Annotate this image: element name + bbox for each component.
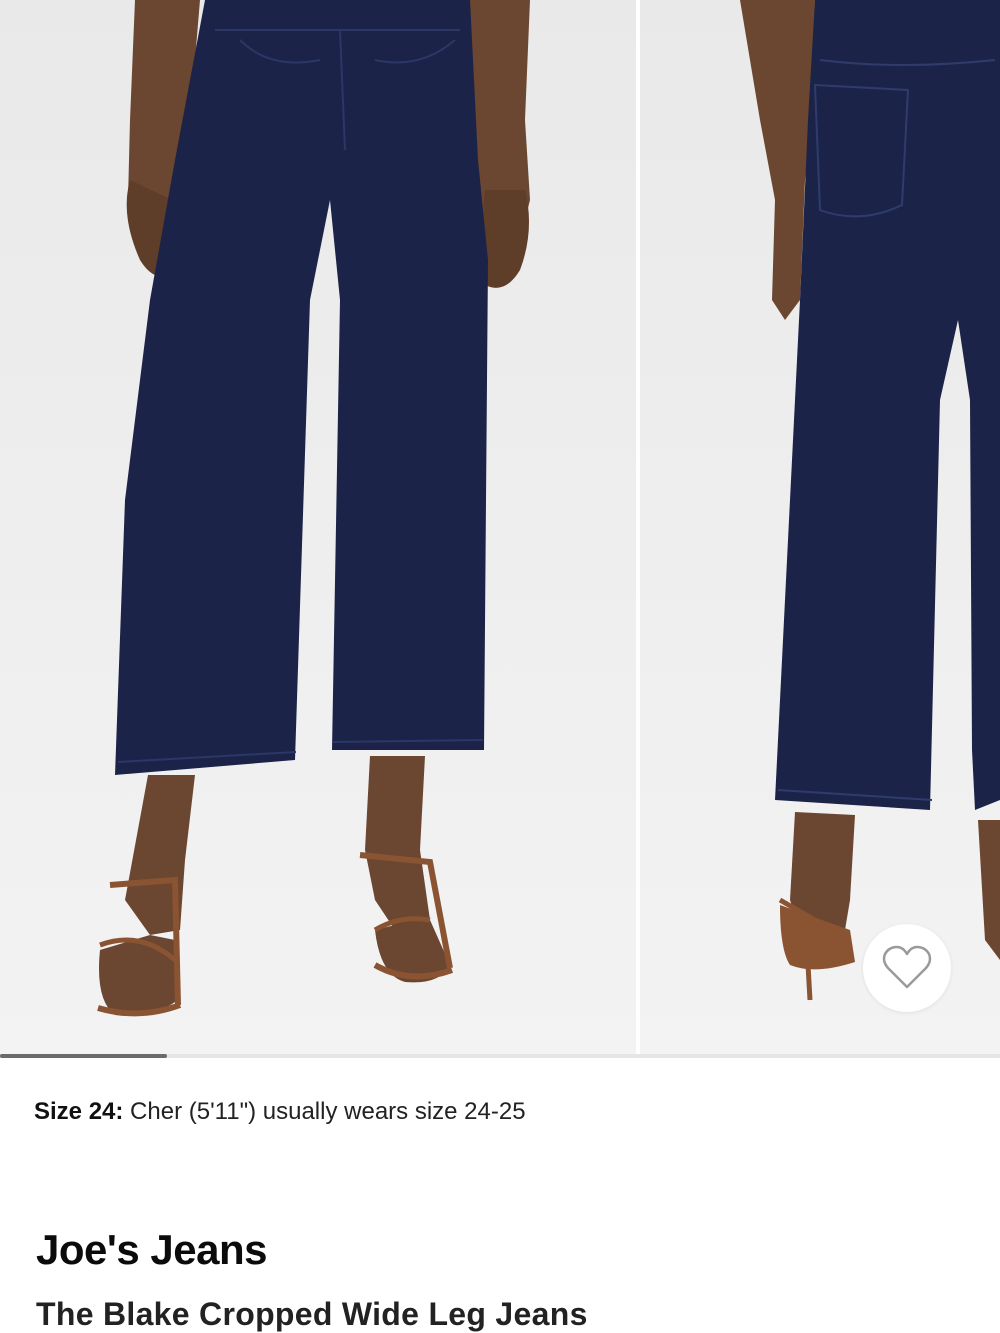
- size-label: Size 24:: [34, 1098, 124, 1125]
- product-image-carousel[interactable]: [0, 0, 1000, 1058]
- product-title: The Blake Cropped Wide Leg Jeans: [36, 1296, 588, 1332]
- product-image-front[interactable]: [0, 0, 636, 1058]
- product-image-back[interactable]: [640, 0, 1000, 1058]
- jeans-front-illustration: [97, 0, 530, 1017]
- favorite-button[interactable]: [863, 924, 951, 1012]
- jeans-back-illustration: [740, 0, 1000, 1001]
- heart-outline-icon: [882, 945, 932, 989]
- carousel-progress-fill: [0, 1054, 167, 1058]
- brand-name[interactable]: Joe's Jeans: [36, 1226, 267, 1274]
- size-note-text: Cher (5'11") usually wears size 24-25: [123, 1098, 526, 1125]
- model-size-note: Size 24: Cher (5'11") usually wears size…: [34, 1098, 526, 1126]
- carousel-progress-bar: [0, 1054, 1000, 1058]
